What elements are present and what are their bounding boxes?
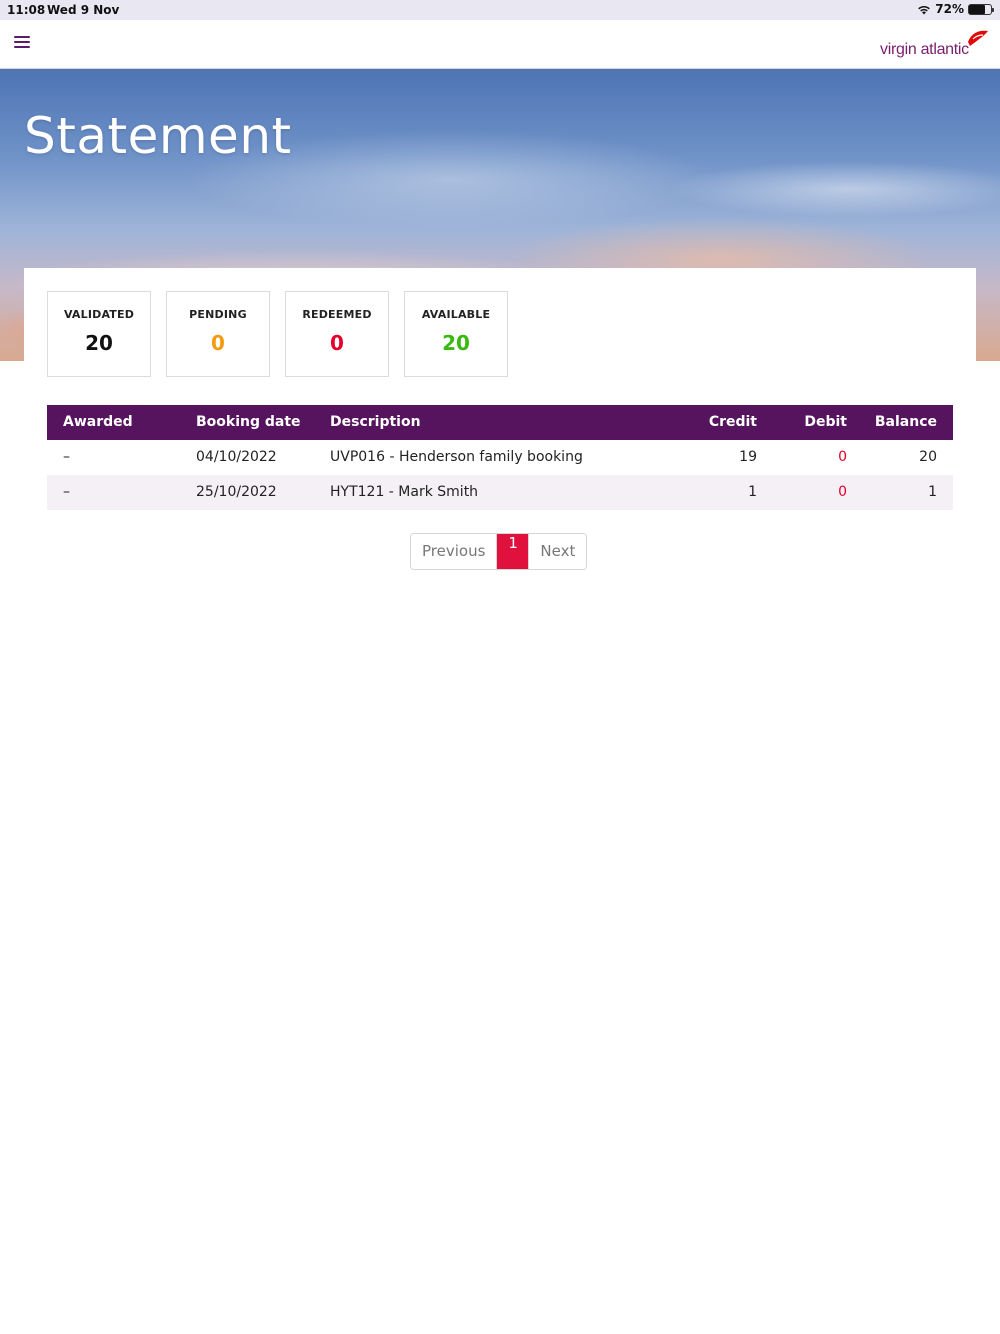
header-debit: Debit <box>804 414 847 430</box>
stat-value: 0 <box>211 331 225 355</box>
cell-description: HYT121 - Mark Smith <box>330 484 479 500</box>
page-title: Statement <box>24 107 292 165</box>
battery-percent: 72% <box>935 2 964 16</box>
header-awarded: Awarded <box>63 414 133 430</box>
cell-debit: 0 <box>838 484 847 500</box>
header-credit: Credit <box>708 414 757 430</box>
status-bar: 11:08 Wed 9 Nov 72% <box>0 0 1000 20</box>
header-balance: Balance <box>874 414 937 430</box>
cell-credit: 1 <box>748 484 757 500</box>
statement-card: VALIDATED 20 PENDING 0 REDEEMED 0 AVAILA… <box>24 268 976 1334</box>
stat-available: AVAILABLE 20 <box>404 291 508 377</box>
stat-value: 0 <box>330 331 344 355</box>
app-header: virgin atlantic <box>0 20 1000 69</box>
logo-text: virgin atlantic <box>880 41 969 58</box>
next-page-button[interactable]: Next <box>528 534 587 569</box>
cell-debit: 0 <box>838 449 847 465</box>
stat-label: REDEEMED <box>302 308 372 321</box>
stat-pending: PENDING 0 <box>166 291 270 377</box>
cell-balance: 1 <box>928 484 937 500</box>
stat-label: PENDING <box>189 308 247 321</box>
stat-value: 20 <box>442 331 470 355</box>
table-row: – 04/10/2022 UVP016 - Henderson family b… <box>47 440 953 475</box>
hamburger-menu-icon[interactable] <box>14 36 30 50</box>
table-row: – 25/10/2022 HYT121 - Mark Smith 1 0 1 <box>47 475 953 510</box>
stat-value: 20 <box>85 331 113 355</box>
statement-table: Awarded Booking date Description Credit … <box>47 405 953 510</box>
stat-validated: VALIDATED 20 <box>47 291 151 377</box>
cell-balance: 20 <box>919 449 937 465</box>
status-time: 11:08 <box>7 3 46 17</box>
cell-awarded: – <box>63 449 70 465</box>
cell-description: UVP016 - Henderson family booking <box>330 449 583 465</box>
pagination: Previous 1 Next <box>410 533 588 570</box>
table-header: Awarded Booking date Description Credit … <box>47 405 953 440</box>
battery-icon <box>968 3 994 15</box>
page-1-button[interactable]: 1 <box>497 534 529 569</box>
wifi-icon <box>918 5 931 14</box>
status-date: Wed 9 Nov <box>47 3 120 17</box>
cell-booking-date: 04/10/2022 <box>196 449 277 465</box>
header-booking-date: Booking date <box>196 414 301 430</box>
battery-fill <box>969 4 985 14</box>
cell-awarded: – <box>63 484 70 500</box>
stats-summary: VALIDATED 20 PENDING 0 REDEEMED 0 AVAILA… <box>47 291 508 377</box>
virgin-signature-icon <box>968 30 988 46</box>
stat-label: AVAILABLE <box>421 308 491 321</box>
previous-page-button[interactable]: Previous <box>411 534 498 569</box>
virgin-atlantic-logo[interactable]: virgin atlantic <box>880 28 990 62</box>
stat-redeemed: REDEEMED 0 <box>285 291 389 377</box>
status-right: 72% <box>917 2 994 16</box>
header-description: Description <box>330 414 421 430</box>
cell-credit: 19 <box>739 449 757 465</box>
cell-booking-date: 25/10/2022 <box>196 484 277 500</box>
stat-label: VALIDATED <box>63 308 135 321</box>
